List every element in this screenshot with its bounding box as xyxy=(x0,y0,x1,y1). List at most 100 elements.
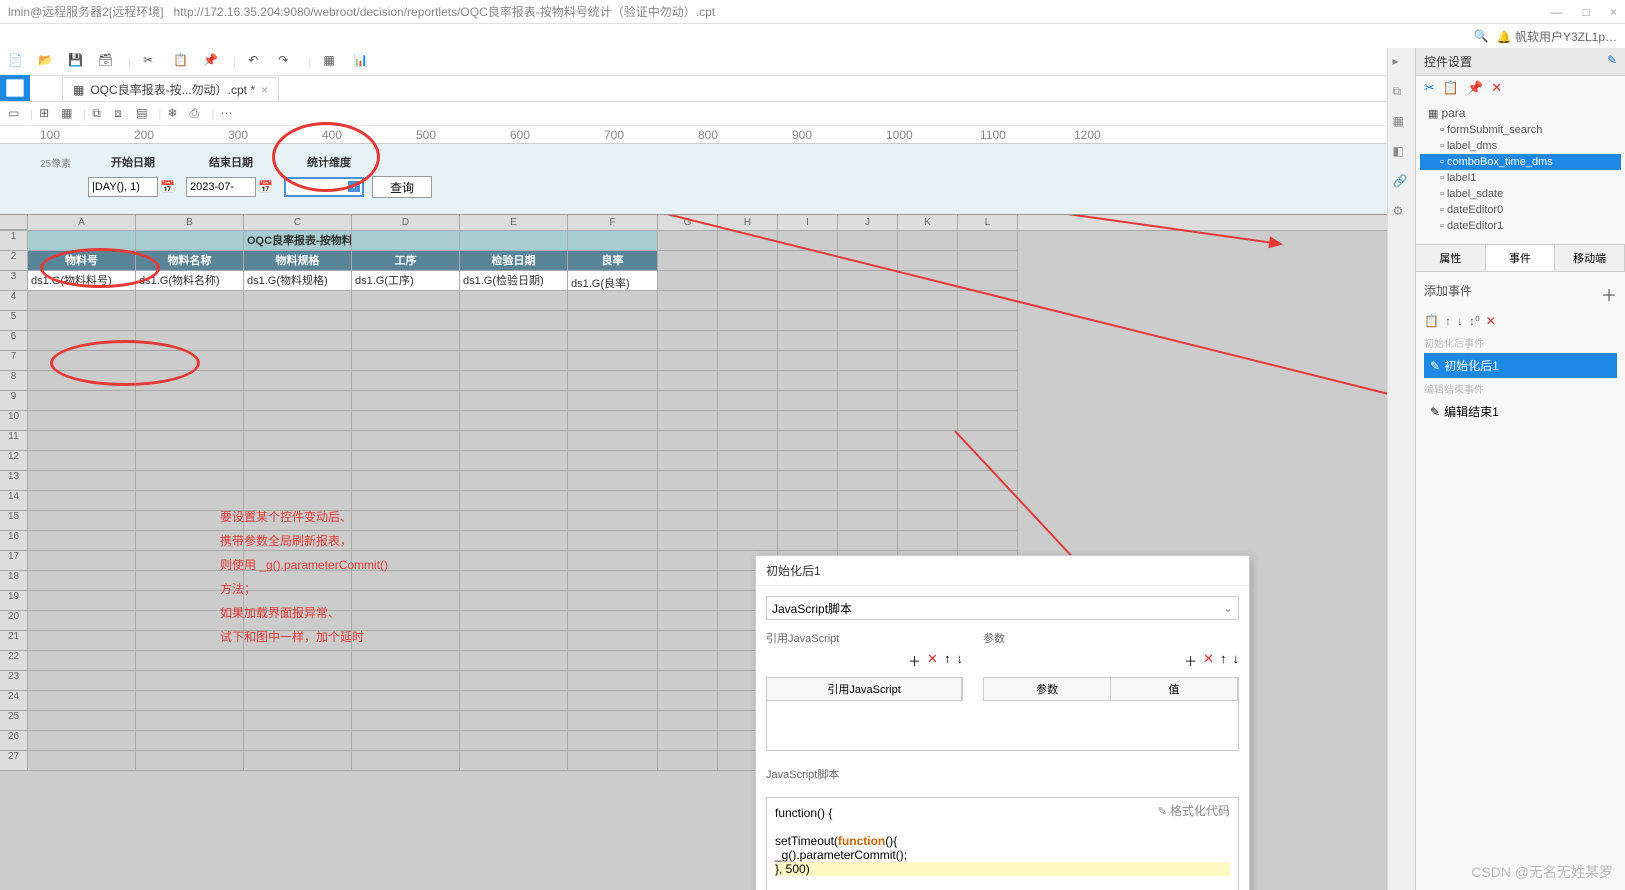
up-icon[interactable]: ↑ xyxy=(1220,651,1227,670)
cell[interactable] xyxy=(778,471,838,491)
cell[interactable]: 工序 xyxy=(352,251,460,271)
cell[interactable] xyxy=(28,711,136,731)
cell[interactable] xyxy=(718,391,778,411)
filter-icon[interactable]: ⎙ xyxy=(189,106,205,122)
column-header[interactable]: B xyxy=(136,215,244,230)
cell[interactable] xyxy=(778,371,838,391)
cell[interactable] xyxy=(460,711,568,731)
tree-item[interactable]: ▫ label_dms xyxy=(1420,138,1621,154)
cell[interactable] xyxy=(568,231,658,251)
code-editor[interactable]: ✎ 格式化代码 function() { setTimeout(function… xyxy=(766,797,1239,890)
cell[interactable] xyxy=(136,711,244,731)
cell[interactable] xyxy=(718,511,778,531)
cell[interactable] xyxy=(244,331,352,351)
widget-icon[interactable]: ▦ xyxy=(1393,114,1411,132)
cell[interactable] xyxy=(244,471,352,491)
cell[interactable] xyxy=(28,491,136,511)
cell[interactable] xyxy=(568,431,658,451)
cell[interactable] xyxy=(460,291,568,311)
event-item-init[interactable]: ✎初始化后1 xyxy=(1424,353,1617,378)
style-icon[interactable]: ◧ xyxy=(1393,144,1411,162)
cut-icon[interactable]: ✂ xyxy=(143,53,161,71)
cell[interactable] xyxy=(898,351,958,371)
cell[interactable] xyxy=(718,471,778,491)
chain-icon[interactable]: 🔗 xyxy=(1393,174,1411,192)
cell[interactable] xyxy=(244,411,352,431)
cell[interactable]: ds1.G(物料料号) xyxy=(28,271,136,291)
cell[interactable]: ds1.G(物料规格) xyxy=(244,271,352,291)
cell[interactable]: ds1.G(工序) xyxy=(352,271,460,291)
cell[interactable] xyxy=(838,371,898,391)
cell[interactable] xyxy=(136,451,244,471)
add-icon[interactable]: ＋ xyxy=(1184,651,1197,670)
cell[interactable] xyxy=(568,451,658,471)
cell[interactable] xyxy=(958,391,1018,411)
cell[interactable] xyxy=(28,451,136,471)
cell[interactable] xyxy=(718,491,778,511)
cell[interactable] xyxy=(658,631,718,651)
cell[interactable] xyxy=(352,291,460,311)
cell[interactable] xyxy=(658,571,718,591)
cell[interactable] xyxy=(718,371,778,391)
save-alt-icon[interactable]: 🗃 xyxy=(98,53,116,71)
cell[interactable] xyxy=(136,311,244,331)
new-icon[interactable]: 📄 xyxy=(8,53,26,71)
down-icon[interactable]: ↓ xyxy=(1233,651,1240,670)
file-tab[interactable]: ▦ OQC良率报表-按...勿动）.cpt * × xyxy=(62,77,279,101)
cell[interactable] xyxy=(658,551,718,571)
cell[interactable] xyxy=(28,411,136,431)
cell[interactable] xyxy=(28,691,136,711)
cell[interactable] xyxy=(28,571,136,591)
cell[interactable] xyxy=(778,451,838,471)
cell[interactable] xyxy=(28,731,136,751)
expand-icon[interactable]: ▸ xyxy=(1393,54,1411,72)
cell[interactable] xyxy=(568,351,658,371)
start-date-input[interactable] xyxy=(88,177,158,197)
cell[interactable] xyxy=(244,751,352,771)
cell[interactable] xyxy=(352,411,460,431)
cell[interactable] xyxy=(460,671,568,691)
cell[interactable] xyxy=(460,231,568,251)
copy-icon[interactable]: 📋 xyxy=(1443,80,1459,96)
event-item-editend[interactable]: ✎编辑结束1 xyxy=(1424,399,1617,424)
cell[interactable] xyxy=(958,431,1018,451)
cell[interactable] xyxy=(658,351,718,371)
column-header[interactable]: J xyxy=(838,215,898,230)
cell[interactable] xyxy=(658,451,718,471)
cut-icon[interactable]: ✂ xyxy=(1424,80,1435,96)
cell[interactable] xyxy=(28,631,136,651)
cell[interactable] xyxy=(718,311,778,331)
cell[interactable] xyxy=(136,391,244,411)
tree-item[interactable]: ▫ formSubmit_search xyxy=(1420,122,1621,138)
cell[interactable] xyxy=(568,691,658,711)
cell[interactable] xyxy=(460,351,568,371)
cell[interactable] xyxy=(838,491,898,511)
cell[interactable] xyxy=(958,311,1018,331)
cell[interactable] xyxy=(28,611,136,631)
cell[interactable] xyxy=(898,491,958,511)
cell[interactable] xyxy=(352,691,460,711)
minimize-button[interactable]: — xyxy=(1551,5,1563,19)
cell[interactable] xyxy=(568,511,658,531)
cell[interactable] xyxy=(136,651,244,671)
cell[interactable] xyxy=(958,351,1018,371)
add-event-button[interactable]: ＋ xyxy=(1601,282,1617,306)
cell[interactable] xyxy=(136,671,244,691)
cell[interactable] xyxy=(244,351,352,371)
ungroup-icon[interactable]: ⧈ xyxy=(114,106,130,122)
cell[interactable] xyxy=(568,671,658,691)
cell[interactable] xyxy=(352,371,460,391)
cell[interactable] xyxy=(718,451,778,471)
cell[interactable] xyxy=(244,431,352,451)
delete-icon[interactable]: ✕ xyxy=(1203,651,1214,670)
cell[interactable] xyxy=(568,631,658,651)
cell[interactable] xyxy=(460,751,568,771)
cell[interactable] xyxy=(718,431,778,451)
tree-item[interactable]: ▫ comboBox_time_dms xyxy=(1420,154,1621,170)
cell[interactable] xyxy=(460,331,568,351)
cell[interactable] xyxy=(838,451,898,471)
cell[interactable] xyxy=(460,551,568,571)
cell[interactable] xyxy=(718,411,778,431)
maximize-button[interactable]: □ xyxy=(1583,5,1590,19)
cell[interactable] xyxy=(568,551,658,571)
